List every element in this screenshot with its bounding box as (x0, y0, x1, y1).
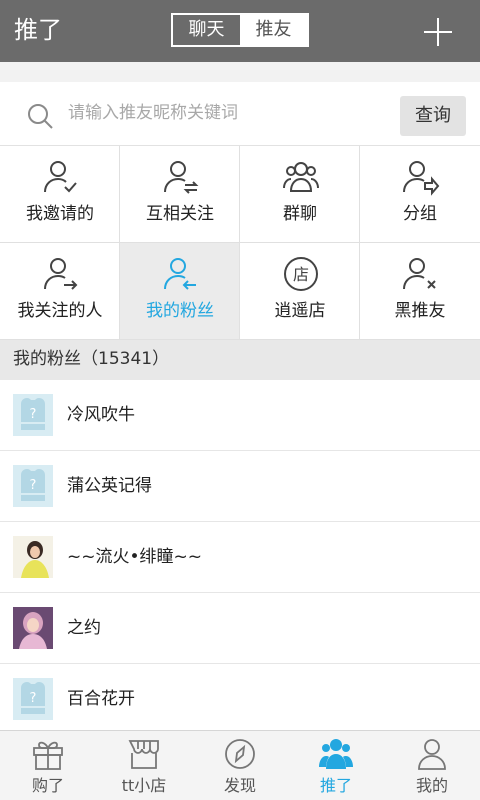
search-bar: 请输入推友昵称关键词 查询 (0, 82, 480, 146)
user-forward-icon (403, 161, 440, 196)
tab-tuile[interactable]: 推了 (288, 731, 384, 800)
user-check-icon (44, 161, 77, 193)
person-icon (418, 739, 446, 770)
user-arrow-right-icon (44, 258, 78, 290)
grid-item-shop[interactable]: 店 逍遥店 (240, 243, 360, 340)
group-icon (283, 162, 319, 192)
people-icon (319, 739, 353, 769)
page-title: 推了 (14, 16, 62, 44)
grid-item-label: 互相关注 (146, 204, 214, 224)
tab-label: 我的 (415, 776, 448, 795)
search-input[interactable]: 请输入推友昵称关键词 (68, 100, 238, 126)
tab-tt-store[interactable]: tt小店 (96, 731, 192, 800)
user-block-icon (403, 258, 436, 290)
header-bar: 推了 聊天 推友 (0, 0, 480, 62)
bottom-tab-bar: 购了 tt小店 发现 推了 我的 (0, 730, 480, 800)
svg-text:?: ? (30, 691, 37, 706)
search-icon (28, 104, 53, 129)
default-avatar-icon: ? (13, 465, 53, 507)
grid-item-invited[interactable]: 我邀请的 (0, 146, 120, 243)
photo-avatar (13, 536, 53, 578)
svg-text:店: 店 (293, 265, 309, 284)
fan-name: 之约 (67, 618, 101, 638)
svg-text:?: ? (30, 478, 37, 493)
list-item[interactable]: 之约 (0, 593, 480, 664)
list-item[interactable]: ? 冷风吹牛 (0, 380, 480, 451)
tab-label: tt小店 (121, 776, 167, 795)
svg-text:?: ? (30, 407, 37, 422)
user-exchange-icon (164, 161, 199, 194)
grid-item-label: 群聊 (283, 204, 317, 224)
plus-icon[interactable] (424, 18, 452, 46)
segment-friends[interactable]: 推友 (240, 15, 307, 45)
fans-section-header: 我的粉丝（15341） (0, 340, 480, 380)
tab-discover[interactable]: 发现 (192, 731, 288, 800)
user-arrow-left-icon (164, 258, 196, 290)
grid-item-label: 我关注的人 (17, 301, 103, 321)
default-avatar-icon: ? (13, 394, 53, 436)
search-button[interactable]: 查询 (400, 96, 466, 136)
grid-item-label: 分组 (403, 204, 437, 224)
tab-mine[interactable]: 我的 (384, 731, 480, 800)
grid-item-fans[interactable]: 我的粉丝 (120, 243, 240, 340)
gift-icon (33, 741, 63, 770)
tab-label: 购了 (31, 776, 64, 795)
grid-item-label: 黑推友 (394, 301, 446, 321)
tab-label: 推了 (319, 776, 352, 795)
fan-name: 蒲公英记得 (67, 476, 152, 496)
grid-item-label: 我邀请的 (26, 204, 94, 224)
grid-item-blacklist[interactable]: 黑推友 (360, 243, 480, 340)
shop-badge-icon: 店 (284, 257, 318, 291)
function-grid: 我邀请的 互相关注 群聊 分组 我关注的人 我的粉丝 店 逍遥店 黑推友 (0, 146, 480, 340)
default-avatar-icon: ? (13, 678, 53, 720)
grid-item-group-chat[interactable]: 群聊 (240, 146, 360, 243)
tab-label: 发现 (223, 776, 256, 795)
list-item[interactable]: ? 百合花开 (0, 664, 480, 730)
store-icon (128, 740, 159, 769)
grid-item-following[interactable]: 我关注的人 (0, 243, 120, 340)
photo-avatar (13, 607, 53, 649)
list-item[interactable]: ~~流火•绯瞳~~ (0, 522, 480, 593)
grid-item-groups[interactable]: 分组 (360, 146, 480, 243)
grid-item-label: 逍遥店 (274, 301, 326, 321)
fan-name: 冷风吹牛 (67, 405, 135, 425)
fan-name: 百合花开 (67, 689, 135, 709)
fan-name: ~~流火•绯瞳~~ (67, 547, 203, 567)
compass-icon (225, 739, 255, 769)
grid-item-mutual[interactable]: 互相关注 (120, 146, 240, 243)
list-item[interactable]: ? 蒲公英记得 (0, 451, 480, 522)
segment-control: 聊天 推友 (171, 13, 309, 47)
fans-list: ? 冷风吹牛 ? 蒲公英记得 ~~流火•绯瞳~~ 之约 ? 百合花开 (0, 380, 480, 730)
tab-buy[interactable]: 购了 (0, 731, 96, 800)
grid-item-label: 我的粉丝 (146, 301, 214, 321)
segment-chat[interactable]: 聊天 (173, 15, 240, 45)
